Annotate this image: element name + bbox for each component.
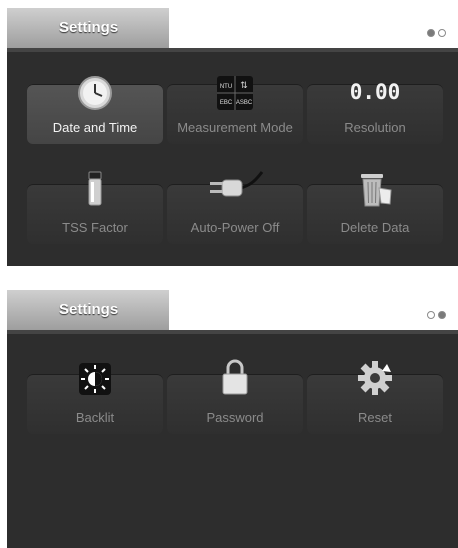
- divider: [7, 330, 458, 334]
- date-and-time-button[interactable]: Date and Time: [27, 76, 163, 144]
- divider: [7, 48, 458, 52]
- page-dot-1[interactable]: [427, 311, 435, 319]
- backlit-button[interactable]: Backlit: [27, 363, 163, 434]
- settings-tab: Settings: [7, 290, 169, 330]
- top-bar: Settings: [7, 290, 458, 330]
- ntu-text: NTU: [220, 84, 232, 90]
- tile-label: Auto-Power Off: [190, 220, 280, 235]
- power-plug-icon: [206, 170, 264, 204]
- measurement-mode-icon: NTU ⇅ EBC ASBC: [215, 74, 255, 112]
- asbc-text: ASBC: [236, 100, 253, 106]
- page-dot-1[interactable]: [427, 29, 435, 37]
- trash-icon: [355, 170, 395, 208]
- settings-screen-page-1: Settings Date and Time NTU ⇅ EBC ASBC Me…: [7, 8, 458, 266]
- lock-icon: [220, 358, 250, 396]
- page-title: Settings: [59, 19, 119, 36]
- settings-screen-page-2: Settings Backlit Password Reset: [7, 290, 458, 548]
- tile-label: Measurement Mode: [177, 120, 293, 135]
- tile-label: Backlit: [75, 410, 115, 425]
- tile-label: Resolution: [344, 120, 406, 135]
- page-indicator: [424, 24, 446, 42]
- tile-label: Delete Data: [340, 220, 410, 235]
- tss-factor-button[interactable]: TSS Factor: [27, 171, 163, 244]
- auto-power-off-button[interactable]: Auto-Power Off: [167, 171, 303, 244]
- clock-icon: [76, 74, 114, 112]
- page-indicator: [424, 306, 446, 324]
- page-dot-2[interactable]: [438, 311, 446, 319]
- reset-icon: [357, 360, 393, 396]
- svg-text:⇅: ⇅: [240, 80, 248, 90]
- tile-label: Date and Time: [52, 120, 138, 135]
- resolution-value: 0.00: [349, 80, 401, 104]
- resolution-button[interactable]: 0.00 Resolution: [307, 80, 443, 144]
- settings-tab: Settings: [7, 8, 169, 48]
- vial-icon: [85, 170, 105, 208]
- tile-label: Password: [206, 410, 264, 425]
- page-title: Settings: [59, 301, 119, 318]
- ebc-text: EBC: [220, 100, 233, 106]
- tile-label: Reset: [358, 410, 392, 425]
- reset-button[interactable]: Reset: [307, 361, 443, 434]
- password-button[interactable]: Password: [167, 359, 303, 434]
- measurement-mode-button[interactable]: NTU ⇅ EBC ASBC Measurement Mode: [167, 76, 303, 144]
- delete-data-button[interactable]: Delete Data: [307, 174, 443, 244]
- brightness-icon: [78, 362, 112, 396]
- resolution-icon: 0.00: [350, 80, 401, 104]
- page-dot-2[interactable]: [438, 29, 446, 37]
- tile-label: TSS Factor: [62, 220, 128, 235]
- top-bar: Settings: [7, 8, 458, 48]
